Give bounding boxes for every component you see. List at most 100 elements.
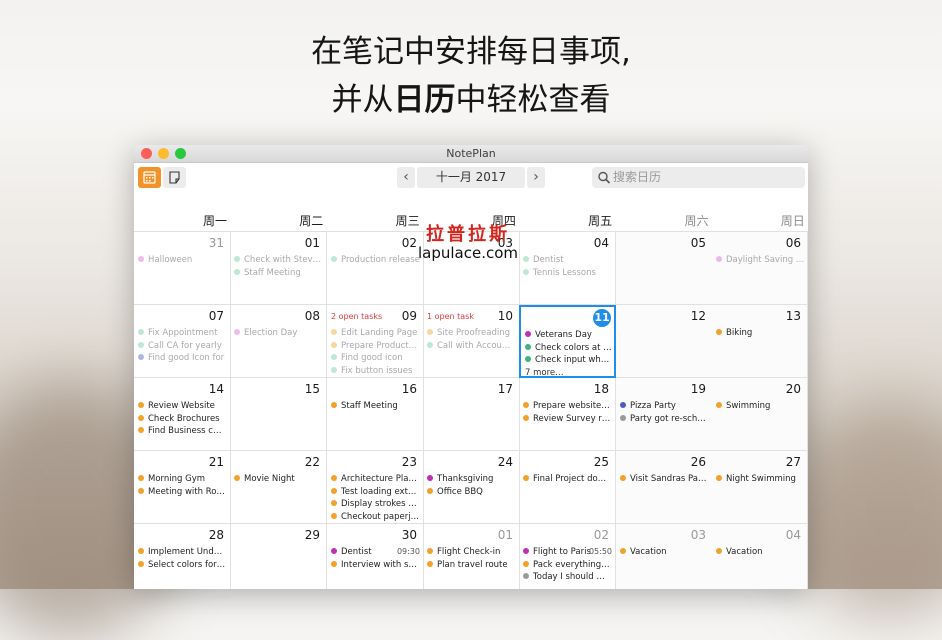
calendar-day-today[interactable]: 11 Veterans Day Check colors at … Check inp…: [519, 305, 616, 378]
calendar-event[interactable]: Fix Appointment: [138, 327, 228, 340]
calendar-event[interactable]: Site Proofreading: [427, 327, 517, 340]
calendar-event[interactable]: Movie Night: [234, 473, 324, 486]
calendar-day[interactable]: 26 Visit Sandras Pa…: [616, 451, 713, 524]
calendar-day[interactable]: 09 2 open tasks Edit Landing Page Prepare P…: [327, 305, 424, 378]
calendar-event[interactable]: Check with Stev…: [234, 254, 324, 267]
calendar-event[interactable]: Vacation: [620, 546, 710, 559]
calendar-day[interactable]: 03: [423, 232, 520, 305]
calendar-event[interactable]: Final Project do…: [523, 473, 613, 486]
calendar-event[interactable]: Check Brochures: [138, 413, 228, 426]
previous-month-button[interactable]: ‹: [397, 167, 415, 188]
calendar-day[interactable]: 25 Final Project do…: [519, 451, 616, 524]
calendar-event[interactable]: Staff Meeting: [331, 400, 421, 413]
calendar-event[interactable]: Party got re-sch…: [620, 413, 710, 426]
calendar-event[interactable]: Pizza Party: [620, 400, 710, 413]
calendar-event[interactable]: Night Swimming: [716, 473, 805, 486]
calendar-day[interactable]: 22 Movie Night: [230, 451, 327, 524]
calendar-event[interactable]: Call with Accou…: [427, 340, 517, 353]
calendar-day[interactable]: 18 Prepare website… Review Survey r…: [519, 378, 616, 451]
next-month-button[interactable]: ›: [527, 167, 545, 188]
calendar-event[interactable]: Edit Landing Page: [331, 327, 421, 340]
calendar-day[interactable]: 13 Biking: [712, 305, 808, 378]
calendar-event[interactable]: Election Day: [234, 327, 324, 340]
calendar-event[interactable]: Fix button issues: [331, 365, 421, 377]
calendar-event[interactable]: Flight Check-in: [427, 546, 517, 559]
calendar-event[interactable]: Today I should …: [523, 571, 613, 584]
calendar-day[interactable]: 12: [616, 305, 713, 378]
calendar-event[interactable]: Tennis Lessons: [523, 267, 613, 280]
calendar-event[interactable]: Visit Sandras Pa…: [620, 473, 710, 486]
calendar-event[interactable]: Review Survey r…: [523, 413, 613, 426]
calendar-day[interactable]: 04 Dentist Tennis Lessons: [519, 232, 616, 305]
calendar-day[interactable]: 28 Implement Und… Select colors for…: [134, 524, 231, 589]
calendar-day[interactable]: 03 Vacation: [616, 524, 713, 589]
event-title: Today I should …: [533, 572, 605, 583]
calendar-day[interactable]: 27 Night Swimming: [712, 451, 808, 524]
calendar-event[interactable]: Architecture Pla…: [331, 473, 421, 486]
calendar-event[interactable]: Test loading ext…: [331, 486, 421, 499]
calendar-day[interactable]: 01 Flight Check-in Plan travel route: [423, 524, 520, 589]
calendar-day[interactable]: 30 Dentist Interview with s… 09:30: [327, 524, 424, 589]
calendar-event[interactable]: Display strokes …: [331, 498, 421, 511]
calendar-day[interactable]: 15: [230, 378, 327, 451]
calendar-event[interactable]: Production release: [331, 254, 421, 267]
calendar-event[interactable]: Check input wh…: [525, 354, 612, 367]
calendar-event[interactable]: Implement Und…: [138, 546, 228, 559]
calendar-day[interactable]: 02 Flight to Paris Pack everything… Today I…: [519, 524, 616, 589]
calendar-event[interactable]: Find good icon: [331, 352, 421, 365]
calendar-event[interactable]: Prepare Product…: [331, 340, 421, 353]
calendar-event[interactable]: Biking: [716, 327, 805, 340]
calendar-day[interactable]: 05: [616, 232, 713, 305]
calendar-event[interactable]: Find Business c…: [138, 425, 228, 438]
event-color-dot: [620, 475, 626, 481]
open-tasks-badge[interactable]: 1 open task: [427, 312, 474, 321]
calendar-day[interactable]: 19 Pizza Party Party got re-sch…: [616, 378, 713, 451]
calendar-event[interactable]: Dentist: [523, 254, 613, 267]
calendar-event[interactable]: Pack everything…: [523, 559, 613, 572]
calendar-event[interactable]: Check colors at …: [525, 342, 612, 355]
calendar-event[interactable]: Vacation: [716, 546, 805, 559]
calendar-event[interactable]: Office BBQ: [427, 486, 517, 499]
calendar-event[interactable]: Staff Meeting: [234, 267, 324, 280]
open-tasks-badge[interactable]: 2 open tasks: [331, 312, 382, 321]
calendar-event[interactable]: Checkout paperj…: [331, 511, 421, 523]
calendar-day[interactable]: 07 Fix Appointment Call CA for yearly Find …: [134, 305, 231, 378]
calendar-day[interactable]: 01 Check with Stev… Staff Meeting: [230, 232, 327, 305]
search-input[interactable]: 搜索日历: [592, 167, 805, 188]
calendar-event[interactable]: Veterans Day: [525, 329, 612, 342]
calendar-day[interactable]: 23 Architecture Pla… Test loading ext… Disp…: [327, 451, 424, 524]
calendar-event[interactable]: Plan travel route: [427, 559, 517, 572]
calendar-day[interactable]: 21 Morning Gym Meeting with Ro…: [134, 451, 231, 524]
calendar-day[interactable]: 24 Thanksgiving Office BBQ: [423, 451, 520, 524]
calendar-event[interactable]: Find good Icon for: [138, 352, 228, 365]
calendar-event[interactable]: Review Website: [138, 400, 228, 413]
calendar-day[interactable]: 16 Staff Meeting: [327, 378, 424, 451]
calendar-day[interactable]: 08 Election Day: [230, 305, 327, 378]
calendar-day[interactable]: 02 Production release: [327, 232, 424, 305]
calendar-day[interactable]: 31 Halloween: [134, 232, 231, 305]
more-events-link[interactable]: 7 more…: [525, 367, 612, 376]
calendar-event[interactable]: Interview with s…: [331, 559, 421, 572]
calendar-event[interactable]: Halloween: [138, 254, 228, 267]
calendar-day[interactable]: 04 Vacation: [712, 524, 808, 589]
event-title: Tennis Lessons: [533, 267, 596, 278]
calendar-event[interactable]: Thanksgiving: [427, 473, 517, 486]
event-color-dot: [620, 414, 626, 421]
calendar-event[interactable]: Select colors for…: [138, 559, 228, 572]
calendar-event[interactable]: Meeting with Ro…: [138, 486, 228, 499]
calendar-view-button[interactable]: [138, 167, 161, 188]
calendar-event[interactable]: Morning Gym: [138, 473, 228, 486]
calendar-event[interactable]: Call CA for yearly: [138, 340, 228, 353]
calendar-day[interactable]: 20 Swimming: [712, 378, 808, 451]
calendar-day[interactable]: 10 1 open task Site Proofreading Call with …: [423, 305, 520, 378]
notes-view-button[interactable]: [163, 167, 186, 188]
calendar-day[interactable]: 06 Daylight Saving …: [712, 232, 808, 305]
current-month-label[interactable]: 十一月 2017: [417, 167, 525, 188]
calendar-day[interactable]: 14 Review Website Check Brochures Find Busi…: [134, 378, 231, 451]
calendar-event[interactable]: Swimming: [716, 400, 805, 413]
event-title: Vacation: [726, 547, 763, 557]
calendar-event[interactable]: Daylight Saving …: [716, 254, 805, 267]
calendar-day[interactable]: 29: [230, 524, 327, 589]
calendar-day[interactable]: 17: [423, 378, 520, 451]
calendar-event[interactable]: Prepare website…: [523, 400, 613, 413]
